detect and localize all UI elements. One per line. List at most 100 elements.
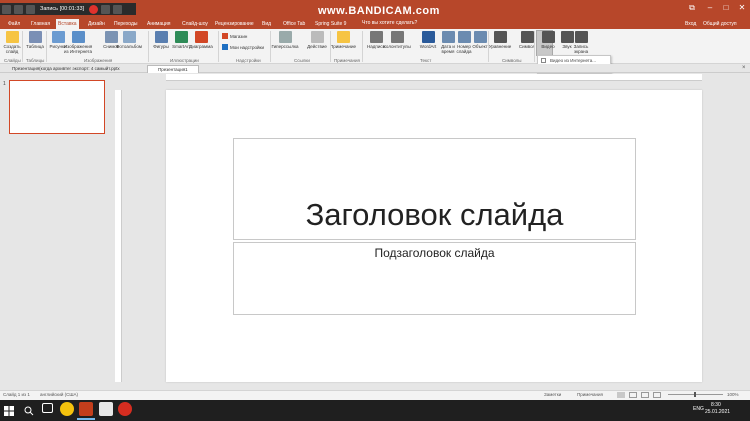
table-icon [28, 31, 42, 43]
menu-tab[interactable]: Spring Suite 9 [313, 19, 348, 29]
my-addins-icon [222, 44, 228, 50]
menu-tab[interactable]: Файл [6, 19, 22, 29]
restore-icon[interactable]: ⧉ [686, 3, 698, 13]
textbox-icon [369, 31, 383, 43]
comments-button[interactable]: Примечания [577, 391, 603, 399]
screen-recording-icon [574, 31, 588, 43]
equation-button[interactable]: Уравнение [488, 31, 512, 49]
menu-tab[interactable]: Анимация [145, 19, 172, 29]
ribbon-separator [362, 31, 363, 62]
clock-time[interactable]: 8:30 [711, 402, 721, 408]
maximize-icon[interactable]: □ [720, 3, 732, 13]
screen-recording-button[interactable]: Запись экрана [571, 31, 591, 54]
header-footer-icon [390, 31, 404, 43]
menu-tab[interactable]: Вставка [56, 19, 79, 29]
video-button[interactable]: Видео [538, 31, 558, 49]
hyperlink-button[interactable]: Гиперссылка [271, 31, 299, 49]
search-icon[interactable] [24, 403, 34, 416]
recorder-folder-icon[interactable] [26, 4, 35, 14]
language-status[interactable]: английский (США) [40, 391, 78, 399]
ribbon-group-label: Символы [502, 58, 522, 63]
ribbon-button-label: Примечание [329, 44, 357, 49]
doc-tab-active[interactable]: Презентация1 [147, 65, 199, 73]
menu-tab[interactable]: Слайд-шоу [180, 19, 210, 29]
recording-timer: Запись [00:01:33] [40, 6, 85, 12]
close-icon[interactable]: ✕ [736, 3, 748, 13]
new-slide-button[interactable]: Создать слайд [2, 31, 22, 54]
menu-tab[interactable]: Переходы [112, 19, 139, 29]
recorder-menu-icon[interactable] [2, 4, 11, 14]
slideshow-icon[interactable] [653, 392, 661, 398]
ribbon-button-label: Мои надстройки [230, 44, 264, 50]
ribbon-separator [22, 31, 23, 62]
slide-sorter-icon[interactable] [629, 392, 637, 398]
share-button[interactable]: Общий доступ [703, 19, 737, 29]
ribbon-group-label: Таблицы [26, 58, 45, 63]
ribbon-button-label: Символ [518, 44, 536, 49]
powerpoint-icon[interactable] [79, 402, 93, 416]
notes-button[interactable]: Заметки [544, 391, 561, 399]
pen-icon[interactable] [113, 4, 123, 14]
shapes-button[interactable]: Фигуры [151, 31, 171, 49]
bandicam-icon[interactable] [118, 402, 132, 416]
chrome-icon[interactable] [60, 402, 74, 416]
menu-tab[interactable]: Дизайн [86, 19, 107, 29]
menu-tab[interactable]: Главная [29, 19, 52, 29]
comment-button[interactable]: Примечание [329, 31, 357, 49]
ribbon-group-label: Текст [420, 58, 432, 63]
table-button[interactable]: Таблица [25, 31, 45, 49]
title-placeholder[interactable]: Заголовок слайда [233, 138, 636, 240]
windows-start-icon[interactable] [4, 403, 14, 416]
slide-thumbnail[interactable] [9, 80, 105, 134]
my-addins-button[interactable]: Мои надстройки [222, 44, 264, 50]
action-button[interactable]: Действие [307, 31, 327, 49]
zoom-slider-thumb[interactable] [694, 392, 696, 397]
ribbon-separator [218, 31, 219, 62]
slide-title: Заголовок слайда [305, 197, 564, 232]
wordart-button[interactable]: WordArt [418, 31, 438, 49]
ribbon-button-label: WordArt [419, 44, 437, 49]
ribbon-button-label: Объект [472, 44, 488, 49]
reading-view-icon[interactable] [641, 392, 649, 398]
ribbon-group-label: Изображения [84, 58, 113, 63]
menu-tab[interactable]: Вид [260, 19, 273, 29]
task-view-icon[interactable] [42, 403, 53, 413]
smartart-icon [174, 31, 188, 43]
screenshot-icon [104, 31, 118, 43]
ribbon-button-label: Уравнение [488, 44, 512, 49]
normal-view-icon[interactable] [617, 392, 625, 398]
globe-icon [541, 58, 546, 63]
explorer-icon[interactable] [99, 402, 113, 416]
clock-date[interactable]: 25.01.2021 [705, 409, 730, 415]
hyperlink-icon [278, 31, 292, 43]
video-online-item[interactable]: Видео из Интернета... [541, 58, 596, 63]
pictures-icon [51, 31, 65, 43]
store-button[interactable]: Магазин [222, 33, 247, 39]
smartart-button[interactable]: SmartArt [171, 31, 191, 49]
ribbon-group-label: Ссылки [294, 58, 310, 63]
chart-button[interactable]: Диаграмма [189, 31, 213, 49]
doc-tab[interactable]: Презентация(когда архивтег экспорт: 4 са… [2, 65, 120, 73]
minimize-icon[interactable]: – [704, 3, 716, 13]
ribbon-button-label: Видео [541, 44, 555, 49]
menu-tab[interactable]: Office Tab [281, 19, 307, 29]
recorder-bar: Запись [00:01:33] [0, 3, 136, 15]
close-doc-icon[interactable]: × [742, 65, 746, 71]
online-pictures-button[interactable]: Изображения из Интернета [64, 31, 92, 54]
menu-tab[interactable]: Рецензирование [213, 19, 256, 29]
photo-album-button[interactable]: Фотоальбом [116, 31, 142, 49]
recorder-window-icon[interactable] [14, 4, 23, 14]
login-link[interactable]: Вход [685, 19, 696, 29]
tell-me-search[interactable]: Что вы хотите сделать? [362, 20, 417, 26]
zoom-level[interactable]: 100% [727, 391, 739, 399]
subtitle-placeholder[interactable]: Подзаголовок слайда [233, 242, 636, 315]
object-button[interactable]: Объект [470, 31, 490, 49]
record-icon[interactable] [89, 4, 99, 14]
ribbon-separator [488, 31, 489, 62]
camera-icon[interactable] [101, 4, 111, 14]
keyboard-language[interactable]: ENG [693, 406, 704, 412]
header-footer-button[interactable]: Колонтитулы [383, 31, 411, 49]
video-online-label: Видео из Интернета... [550, 58, 597, 63]
comment-icon [336, 31, 350, 43]
doc-tab-label-active: Презентация1 [158, 67, 188, 72]
